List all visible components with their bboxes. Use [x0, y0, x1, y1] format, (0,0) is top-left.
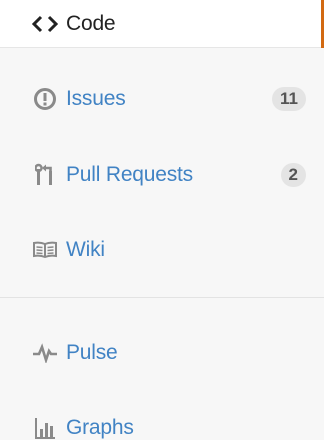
repo-sidebar-nav: Code Issues 11 Pull Requests 2 Wiki Puls…: [0, 0, 324, 440]
nav-divider: [0, 297, 324, 298]
nav-item-graphs-label: Graphs: [66, 416, 134, 439]
book-icon: [32, 240, 58, 260]
nav-item-pulse-label: Pulse: [66, 341, 118, 364]
git-pull-request-icon: [32, 163, 58, 187]
nav-item-issues[interactable]: Issues 11: [0, 74, 324, 124]
nav-item-wiki-label: Wiki: [66, 238, 105, 261]
issue-opened-icon: [32, 87, 58, 111]
nav-item-issues-label: Issues: [66, 87, 126, 110]
nav-item-code-label: Code: [66, 11, 116, 35]
nav-item-wiki[interactable]: Wiki: [0, 225, 324, 275]
nav-item-pulse[interactable]: Pulse: [0, 328, 324, 378]
issues-count-badge: 11: [272, 87, 306, 111]
nav-item-pull-requests-label: Pull Requests: [66, 163, 193, 186]
pulse-icon: [32, 343, 58, 363]
nav-item-code[interactable]: Code: [0, 0, 324, 48]
pull-requests-count-badge: 2: [280, 163, 306, 187]
graph-icon: [32, 416, 58, 440]
code-icon: [32, 14, 58, 34]
nav-item-graphs[interactable]: Graphs: [0, 404, 324, 440]
nav-item-pull-requests[interactable]: Pull Requests 2: [0, 150, 324, 200]
